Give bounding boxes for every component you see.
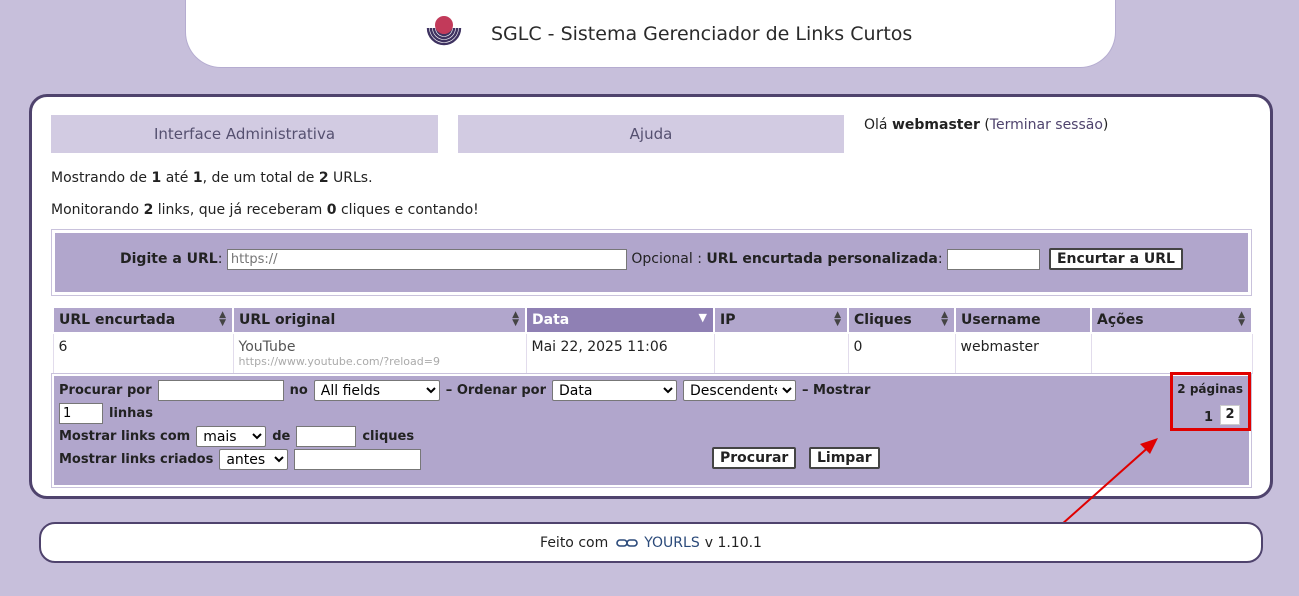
order-direction-select[interactable]: Descendente (683, 380, 797, 401)
custom-keyword-input[interactable] (947, 248, 1041, 270)
sort-icon: ▲ ▼ (834, 310, 841, 328)
greeting-username: webmaster (891, 117, 980, 133)
site-header: SGLC - Sistema Gerenciador de Links Curt… (185, 0, 1116, 68)
urls-table: URL encurtada ▲ ▼ URL original ▲ ▼ Data ▼ IP ▲… (52, 306, 1253, 374)
chain-link-icon (616, 538, 639, 547)
showing-total-word: , de um total de (202, 170, 315, 186)
search-button[interactable]: Procurar (712, 447, 797, 469)
monitoring-suffix: cliques e contando! (340, 202, 479, 218)
column-label: URL original (239, 312, 336, 328)
nav-admin-interface[interactable]: Interface Administrativa (51, 115, 438, 153)
column-label: Data (532, 312, 570, 328)
order-label: – Ordenar por (445, 383, 547, 398)
table-row: 6 YouTube https://www.youtube.com/?reloa… (52, 332, 1253, 374)
cell-username: webmaster (954, 332, 1092, 374)
clicks-operator-select[interactable]: mais (196, 426, 267, 447)
site-title: SGLC - Sistema Gerenciador de Links Curt… (491, 23, 913, 45)
created-filter-label: Mostrar links criados (59, 452, 214, 467)
search-input[interactable] (157, 380, 284, 401)
site-footer: Feito com YOURLS v 1.10.1 (39, 522, 1263, 563)
showing-prefix: Mostrando de (51, 170, 148, 186)
clicks-of-label: de (272, 429, 291, 444)
yourls-link[interactable]: YOURLS (644, 535, 699, 551)
yourls-logo-icon[interactable] (426, 14, 462, 50)
column-label: Ações (1097, 312, 1144, 328)
sort-icon: ▲ ▼ (941, 310, 948, 328)
url-address[interactable]: https://www.youtube.com/?reload=9 (239, 355, 521, 368)
sort-descending-icon: ▼ (698, 311, 707, 324)
search-field-select[interactable]: All fields (313, 380, 440, 401)
user-greeting: Olá webmaster (Terminar sessão) (864, 117, 1109, 133)
order-by-select[interactable]: Data (552, 380, 678, 401)
pagination: 2 páginas 1 2 (1169, 376, 1249, 431)
per-page-input[interactable] (59, 403, 103, 424)
page-1-link[interactable]: 1 (1204, 410, 1213, 425)
monitoring-links: 2 (143, 202, 154, 218)
showing-from: 1 (151, 170, 162, 186)
version-label: v 1.10.1 (704, 534, 762, 551)
column-label: URL encurtada (59, 312, 176, 328)
pages-count-label: 2 páginas (1177, 382, 1243, 396)
page-2-current[interactable]: 2 (1220, 405, 1240, 425)
column-label: Cliques (854, 312, 912, 328)
column-header-ip[interactable]: IP ▲ ▼ (713, 306, 849, 334)
showing-suffix: URLs. (333, 170, 373, 186)
showing-to: 1 (192, 170, 203, 186)
monitoring-clicks: 0 (326, 202, 337, 218)
showing-to-word: até (165, 170, 189, 186)
clicks-value-input[interactable] (296, 426, 357, 447)
cell-clicks: 0 (847, 332, 956, 374)
nav-help[interactable]: Ajuda (458, 115, 844, 153)
column-header-actions[interactable]: Ações ▲ ▼ (1090, 306, 1253, 334)
logout-link[interactable]: Terminar sessão (990, 117, 1103, 133)
sort-icon: ▲ ▼ (512, 310, 519, 328)
optional-label: Opcional (631, 251, 693, 267)
column-label: Username (961, 312, 1041, 328)
column-header-username[interactable]: Username (954, 306, 1092, 334)
search-label: Procurar por (59, 383, 152, 398)
cell-ip (713, 332, 849, 374)
sort-icon: ▲ ▼ (1238, 310, 1245, 328)
column-header-clicks[interactable]: Cliques ▲ ▼ (847, 306, 956, 334)
column-header-date[interactable]: Data ▼ (525, 306, 715, 334)
showing-summary: Mostrando de 1 até 1, de um total de 2 U… (51, 170, 373, 186)
monitoring-mid: links, que já receberam (157, 202, 323, 218)
cell-short-url[interactable]: 6 (52, 332, 234, 374)
monitoring-summary: Monitorando 2 links, que já receberam 0 … (51, 202, 479, 218)
url-input[interactable] (226, 248, 627, 270)
created-operator-select[interactable]: antes (219, 449, 289, 470)
created-date-input[interactable] (294, 449, 422, 470)
column-header-short-url[interactable]: URL encurtada ▲ ▼ (52, 306, 234, 334)
url-title[interactable]: YouTube (239, 339, 521, 355)
clicks-suffix-label: cliques (362, 429, 415, 444)
made-with-label: Feito com (540, 534, 609, 551)
showing-total: 2 (318, 170, 329, 186)
search-in-label: no (289, 383, 308, 398)
new-url-form: Digite a URL: Opcional : URL encurtada p… (51, 229, 1252, 296)
custom-keyword-label: URL encurtada personalizada (706, 251, 938, 267)
column-header-original-url[interactable]: URL original ▲ ▼ (232, 306, 527, 334)
cell-actions[interactable] (1090, 332, 1253, 374)
clicks-filter-label: Mostrar links com (59, 429, 191, 444)
sort-icon: ▲ ▼ (219, 310, 226, 328)
lines-label: linhas (109, 406, 153, 421)
url-label: Digite a URL (120, 251, 218, 267)
shorten-url-button[interactable]: Encurtar a URL (1048, 248, 1183, 270)
monitoring-prefix: Monitorando (51, 202, 140, 218)
admin-panel: Interface Administrativa Ajuda Olá webma… (29, 94, 1273, 499)
show-label: – Mostrar (802, 383, 871, 398)
column-label: IP (720, 312, 736, 328)
table-header-row: URL encurtada ▲ ▼ URL original ▲ ▼ Data ▼ IP ▲… (52, 306, 1253, 334)
cell-date: Mai 22, 2025 11:06 (525, 332, 715, 374)
cell-original-url[interactable]: YouTube https://www.youtube.com/?reload=… (232, 332, 527, 374)
clear-button[interactable]: Limpar (809, 447, 880, 469)
filter-form: Procurar por no All fields – Ordenar por… (51, 373, 1252, 488)
greeting-hello: Olá (864, 117, 888, 133)
